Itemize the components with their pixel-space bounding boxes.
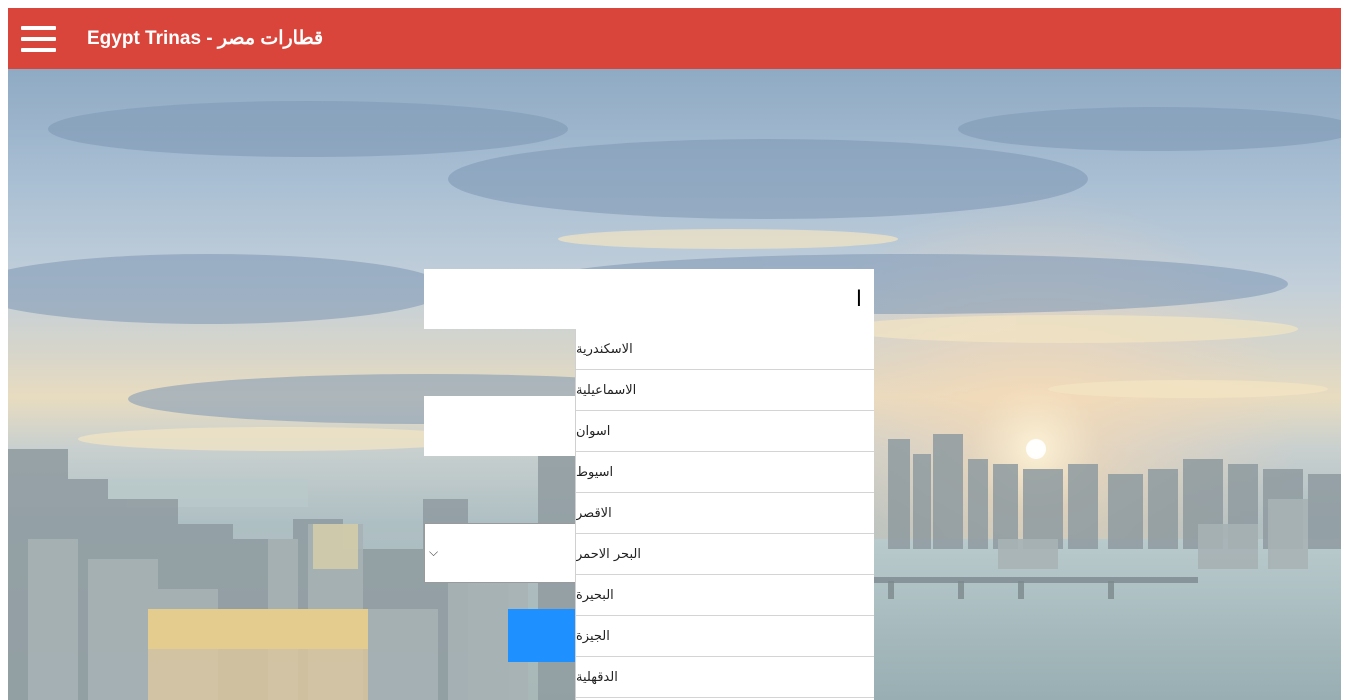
chevron-down-icon: ⌵ — [429, 545, 439, 559]
to-station-input[interactable] — [424, 396, 584, 456]
autocomplete-item[interactable]: البحيرة — [576, 575, 874, 616]
brand-title[interactable]: Egypt Trinas - قطارات مصر — [87, 27, 323, 50]
autocomplete-item[interactable]: الاقصر — [576, 493, 874, 534]
autocomplete-item[interactable]: البحر الاحمر — [576, 534, 874, 575]
autocomplete-item[interactable]: اسوان — [576, 411, 874, 452]
autocomplete-item[interactable]: الجيزة — [576, 616, 874, 657]
hamburger-menu-icon[interactable] — [21, 26, 56, 52]
autocomplete-item[interactable]: الدقهلية — [576, 657, 874, 698]
autocomplete-item[interactable]: الاسماعيلية — [576, 370, 874, 411]
from-station-input[interactable] — [424, 269, 874, 329]
autocomplete-item[interactable]: اسيوط — [576, 452, 874, 493]
date-select[interactable] — [424, 523, 584, 583]
search-button[interactable] — [508, 609, 584, 662]
autocomplete-dropdown: الاسكندرية الاسماعيلية اسوان اسيوط الاقص… — [575, 329, 874, 700]
autocomplete-item[interactable]: الاسكندرية — [576, 329, 874, 370]
app-header: Egypt Trinas - قطارات مصر — [8, 8, 1341, 69]
